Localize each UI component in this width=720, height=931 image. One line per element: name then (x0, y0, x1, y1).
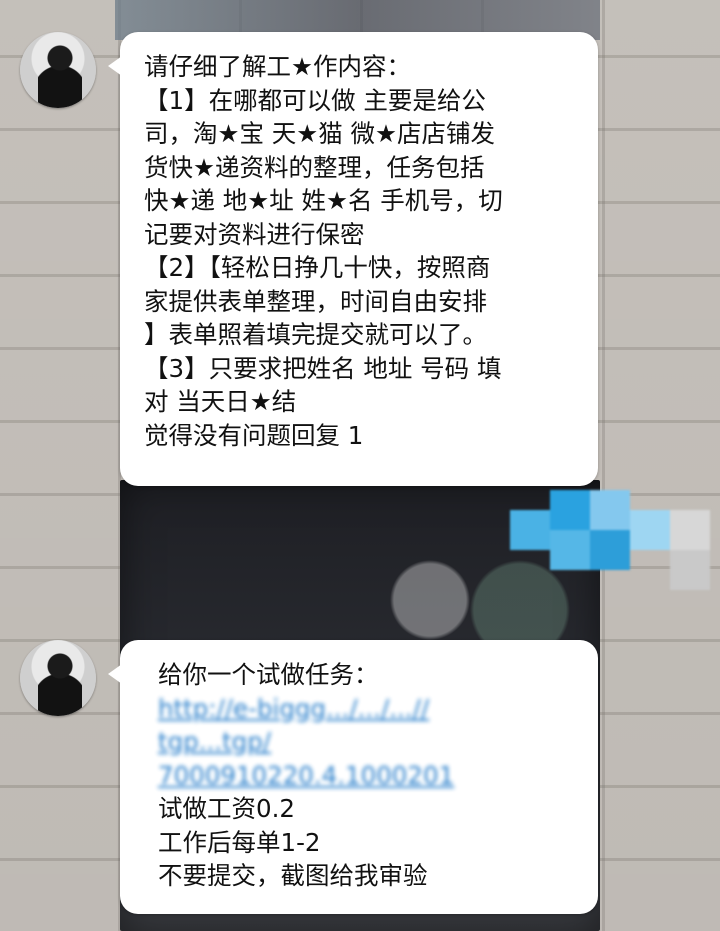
pixel-block (590, 490, 630, 530)
person-silhouette-icon (38, 650, 82, 716)
pixel-block (550, 490, 590, 530)
pixel-block (550, 530, 590, 570)
blurred-link[interactable]: 7000910220.4.1000201 (158, 759, 576, 793)
message-line: 家提供表单整理，时间自由安排 (144, 286, 487, 316)
person-silhouette-icon (38, 42, 82, 108)
message-line: 【2】【轻松日挣几十快，按照商 (144, 253, 491, 282)
avatar[interactable] (20, 32, 96, 108)
avatar[interactable] (20, 640, 96, 716)
message-line: 货快★递资料的整理，任务包括 (144, 152, 485, 182)
pixel-block (630, 510, 670, 550)
message-line: 【3】只要求把姓名 地址 号码 填 (144, 353, 502, 383)
message-line: 司，淘★宝 天★猫 微★店店铺发 (144, 119, 495, 148)
message-line: 记要对资料进行保密 (144, 219, 365, 249)
message-bubble[interactable]: 给你一个试做任务： http://e-biggg.../.../...// tg… (108, 640, 598, 914)
message-line: 不要提交，截图给我审验 (158, 861, 428, 890)
message-line: 给你一个试做任务： (158, 660, 379, 689)
pixel-block (510, 510, 550, 550)
message-line: 试做工资0.2 (158, 794, 295, 823)
message-line: 快★递 地★址 姓★名 手机号，切 (144, 186, 503, 215)
message-line: 【1】在哪都可以做 主要是给公 (144, 85, 486, 115)
pixel-block (670, 550, 710, 590)
pixel-block (670, 510, 710, 550)
blurred-link[interactable]: tgp...tgp/ (158, 725, 576, 759)
message-line: 】表单照着填完提交就可以了。 (144, 320, 487, 349)
message-line: 工作后每单1-2 (158, 827, 321, 857)
blurred-link[interactable]: http://e-biggg.../.../...// (158, 692, 576, 726)
message-line: 请仔细了解工★作内容： (144, 52, 411, 81)
message-bubble[interactable]: 请仔细了解工★作内容： 【1】在哪都可以做 主要是给公 司，淘★宝 天★猫 微★… (108, 32, 598, 486)
message-line: 对 当天日★结 (144, 387, 297, 416)
pixel-block (590, 530, 630, 570)
message-line: 觉得没有问题回复 1 (144, 420, 364, 450)
